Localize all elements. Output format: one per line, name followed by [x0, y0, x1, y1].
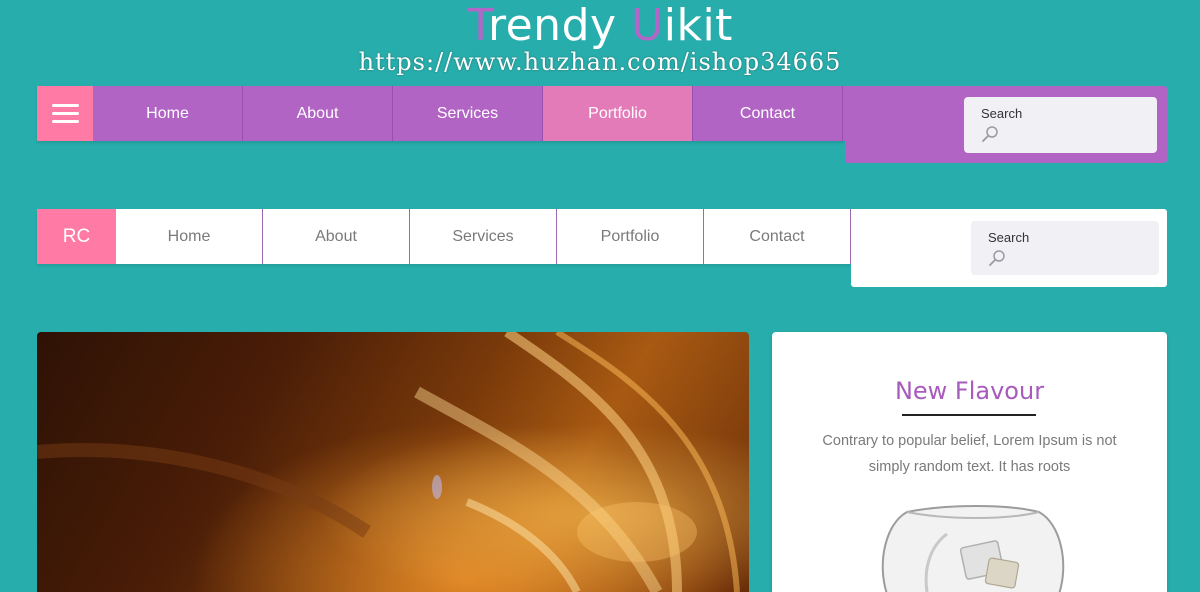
purple-nav-portfolio[interactable]: Portfolio: [543, 86, 693, 141]
purple-nav-about[interactable]: About: [243, 86, 393, 141]
purple-search-panel: Search: [845, 86, 1167, 163]
title-accent-u: U: [631, 0, 664, 51]
title-part-2: ikit: [663, 0, 733, 51]
white-search-input[interactable]: Search: [971, 221, 1159, 275]
title-accent-t: T: [467, 0, 488, 51]
product-card: New Flavour Contrary to popular belief, …: [772, 332, 1167, 592]
rc-logo[interactable]: RC: [37, 209, 116, 264]
purple-navbar: Home About Services Portfolio Contact Se…: [37, 86, 1167, 163]
white-nav-services[interactable]: Services: [410, 209, 557, 264]
purple-navbar-bar: Home About Services Portfolio Contact: [37, 86, 845, 141]
search-icon: [989, 250, 1005, 266]
purple-nav-contact[interactable]: Contact: [693, 86, 843, 141]
glass-image: [881, 505, 1065, 592]
card-title: New Flavour: [894, 377, 1045, 405]
watermark-url: https://www.huzhan.com/ishop34665: [358, 48, 842, 76]
purple-nav-items: Home About Services Portfolio Contact: [93, 86, 843, 141]
white-search-panel: Search: [851, 209, 1167, 287]
purple-search-label: Search: [981, 106, 1023, 121]
purple-nav-services[interactable]: Services: [393, 86, 543, 141]
white-search-label: Search: [988, 230, 1030, 245]
white-nav-items: Home About Services Portfolio Contact: [116, 209, 851, 264]
site-title: Trendy Uikit: [0, 0, 1200, 52]
card-title-underline: [902, 414, 1036, 416]
hero-glass-artwork: [37, 332, 740, 592]
white-nav-portfolio[interactable]: Portfolio: [557, 209, 704, 264]
white-nav-home[interactable]: Home: [116, 209, 263, 264]
purple-nav-home[interactable]: Home: [93, 86, 243, 141]
card-description: Contrary to popular belief, Lorem Ipsum …: [822, 433, 1117, 475]
white-nav-contact[interactable]: Contact: [704, 209, 851, 264]
white-nav-about[interactable]: About: [263, 209, 410, 264]
white-navbar-bar: RC Home About Services Portfolio Contact: [37, 209, 851, 264]
hamburger-menu-icon[interactable]: [37, 86, 93, 141]
search-icon: [982, 126, 998, 142]
title-part-1: rendy: [487, 0, 632, 51]
purple-search-input[interactable]: Search: [964, 97, 1157, 153]
hero-image: [37, 332, 749, 592]
white-navbar: RC Home About Services Portfolio Contact…: [37, 209, 1167, 287]
